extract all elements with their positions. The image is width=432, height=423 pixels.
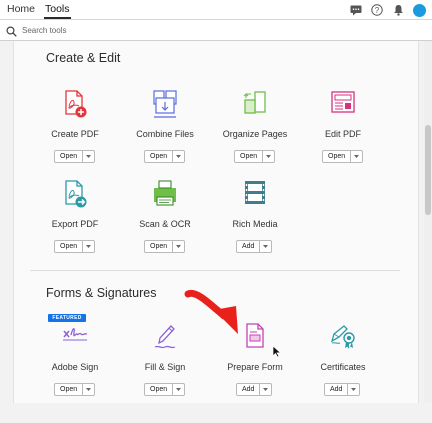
button-label[interactable]: Add (237, 384, 261, 395)
add-button[interactable]: Add (236, 240, 273, 253)
tool-label: Prepare Form (227, 362, 283, 372)
open-button[interactable]: Open (322, 150, 364, 163)
section-title-create-edit: Create & Edit (46, 51, 121, 65)
chevron-down-icon[interactable] (173, 384, 184, 395)
tool-certificates[interactable]: Certificates Add (293, 323, 393, 423)
button-label[interactable]: Open (145, 151, 174, 162)
button-label[interactable]: Open (323, 151, 352, 162)
search-icon (6, 24, 17, 42)
add-button[interactable]: Add (324, 383, 361, 396)
chevron-down-icon[interactable] (351, 151, 362, 162)
bell-icon[interactable] (391, 3, 405, 17)
top-tab-bar: Home Tools ? (0, 0, 432, 20)
scan-ocr-icon (151, 180, 179, 210)
tab-home[interactable]: Home (7, 3, 35, 15)
add-button[interactable]: Add (236, 383, 273, 396)
combine-files-icon (151, 90, 179, 120)
section-divider (30, 270, 400, 271)
mouse-cursor-icon (272, 345, 282, 358)
open-button[interactable]: Open (54, 150, 96, 163)
tool-rich-media[interactable]: Rich Media Add (205, 180, 305, 280)
certificates-icon (329, 323, 357, 353)
tool-scan-ocr[interactable]: Scan & OCR Open (115, 180, 215, 280)
tool-label: Combine Files (136, 129, 194, 139)
search-input[interactable] (22, 24, 322, 37)
chevron-down-icon[interactable] (83, 151, 94, 162)
tool-label: Organize Pages (222, 129, 288, 139)
chevron-down-icon[interactable] (260, 241, 271, 252)
chevron-down-icon[interactable] (173, 241, 184, 252)
chat-icon[interactable] (349, 3, 363, 17)
chevron-down-icon[interactable] (173, 151, 184, 162)
button-label[interactable]: Add (325, 384, 349, 395)
open-button[interactable]: Open (144, 240, 186, 253)
red-arrow-annotation (184, 289, 238, 334)
tool-label: Certificates (320, 362, 366, 372)
adobe-sign-icon (61, 323, 89, 353)
tool-combine-files[interactable]: Combine Files Open (115, 90, 215, 190)
help-icon[interactable]: ? (370, 3, 384, 17)
tool-label: Rich Media (232, 219, 278, 229)
button-label[interactable]: Add (237, 241, 261, 252)
chevron-down-icon[interactable] (83, 384, 94, 395)
tool-adobe-sign[interactable]: FEATURED Adobe Sign Open (25, 314, 125, 423)
toolbar-icons: ? (349, 3, 426, 17)
tool-organize-pages[interactable]: Organize Pages Open (205, 90, 305, 190)
button-label[interactable]: Open (145, 241, 174, 252)
button-label[interactable]: Open (145, 384, 174, 395)
open-button[interactable]: Open (144, 383, 186, 396)
chevron-down-icon[interactable] (260, 384, 271, 395)
button-label[interactable]: Open (55, 241, 84, 252)
button-label[interactable]: Open (55, 151, 84, 162)
edit-pdf-icon (329, 90, 357, 120)
section-title-forms-signatures: Forms & Signatures (46, 286, 157, 300)
featured-badge: FEATURED (48, 314, 86, 322)
avatar[interactable] (412, 3, 426, 17)
create-pdf-icon (61, 90, 89, 120)
button-label[interactable]: Open (235, 151, 264, 162)
tool-label: Adobe Sign (51, 362, 99, 372)
open-button[interactable]: Open (54, 383, 96, 396)
chevron-down-icon[interactable] (83, 241, 94, 252)
tool-edit-pdf[interactable]: Edit PDF Open (293, 90, 393, 190)
export-pdf-icon (61, 180, 89, 210)
tool-label: Create PDF (51, 129, 99, 139)
tool-label: Fill & Sign (144, 362, 186, 372)
tab-tools[interactable]: Tools (44, 3, 71, 19)
tool-export-pdf[interactable]: Export PDF Open (25, 180, 125, 280)
organize-pages-icon (241, 90, 269, 120)
rich-media-icon (241, 180, 269, 210)
search-bar (0, 20, 432, 41)
scroll-thumb[interactable] (425, 125, 431, 215)
open-button[interactable]: Open (54, 240, 96, 253)
vertical-scrollbar[interactable] (424, 41, 432, 403)
tool-create-pdf[interactable]: Create PDF Open (25, 90, 125, 190)
chevron-down-icon[interactable] (348, 384, 359, 395)
svg-text:?: ? (375, 6, 380, 15)
tool-label: Export PDF (51, 219, 99, 229)
tool-label: Scan & OCR (139, 219, 191, 229)
button-label[interactable]: Open (55, 384, 84, 395)
open-button[interactable]: Open (234, 150, 276, 163)
fill-sign-icon (151, 323, 179, 353)
open-button[interactable]: Open (144, 150, 186, 163)
chevron-down-icon[interactable] (263, 151, 274, 162)
tool-label: Edit PDF (324, 129, 361, 139)
